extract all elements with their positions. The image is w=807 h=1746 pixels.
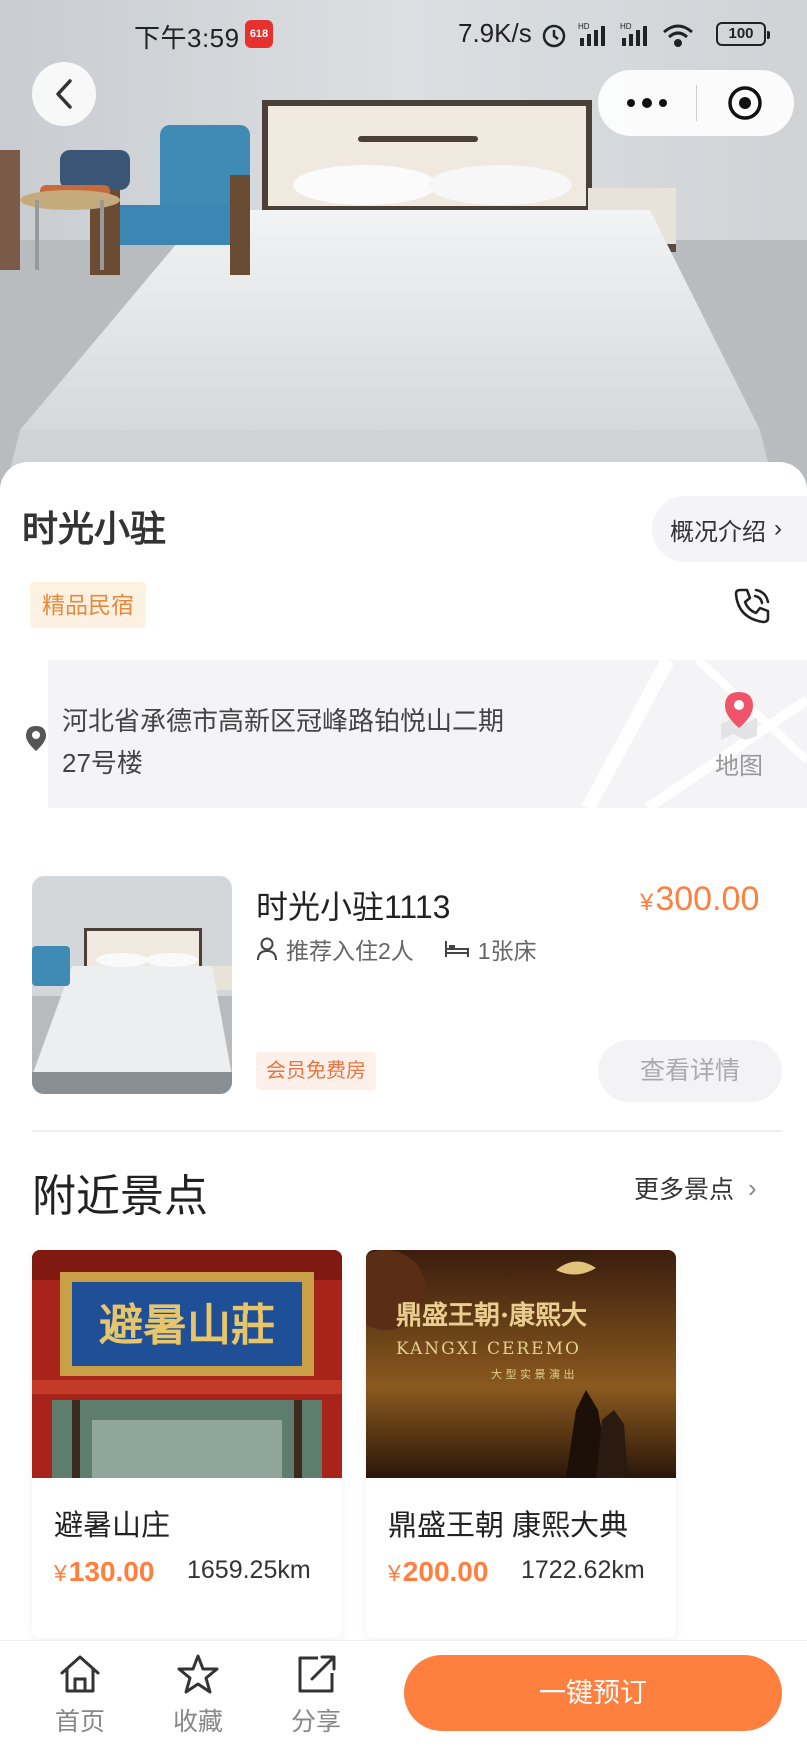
attraction-name: 避暑山庄 — [54, 1510, 171, 1542]
chevron-right-icon: › — [748, 1172, 757, 1203]
person-icon — [257, 937, 277, 961]
back-button[interactable] — [32, 62, 96, 126]
nearby-attractions-title: 附近景点 — [32, 1172, 208, 1221]
close-miniprogram-button[interactable] — [697, 70, 795, 136]
wifi-icon — [663, 24, 693, 47]
one-click-book-button[interactable]: 一键预订 — [404, 1655, 782, 1731]
signal-icon: HD — [578, 22, 605, 46]
star-icon — [177, 1654, 219, 1694]
attraction-price-currency: ¥ — [54, 1560, 67, 1586]
nav-share-label: 分享 — [290, 1708, 341, 1736]
app-618-badge-icon: 618 — [245, 20, 273, 48]
bed-icon — [444, 941, 469, 957]
room-price-currency: ¥ — [640, 889, 654, 916]
phone-icon[interactable] — [730, 584, 774, 628]
poster-tagline: 大 型 实 景 演 出 — [491, 1367, 574, 1381]
attraction-image: 鼎盛王朝·康熙大 KANGXI CEREMO 大 型 实 景 演 出 — [366, 1250, 676, 1478]
attraction-price-value: 200.00 — [402, 1556, 489, 1587]
hotel-address: 河北省承德市高新区冠峰路铂悦山二期 27号楼 — [62, 700, 582, 784]
more-attractions-label: 更多景点 — [634, 1176, 735, 1204]
poster-subtitle: KANGXI CEREMO — [396, 1339, 581, 1359]
room-price-value: 300.00 — [655, 880, 760, 918]
miniprogram-capsule — [598, 70, 794, 136]
status-time: 下午3:59 — [134, 23, 240, 53]
signal-icon-2: HD — [620, 22, 647, 46]
map-button[interactable]: 地图 — [708, 690, 770, 780]
poster-title: 鼎盛王朝·康熙大 — [396, 1300, 587, 1331]
attraction-price-currency: ¥ — [388, 1560, 401, 1586]
attraction-distance: 1722.62km — [521, 1556, 645, 1584]
chevron-right-icon: › — [774, 515, 782, 542]
attraction-image: 避暑山莊 — [32, 1250, 342, 1478]
target-close-icon — [728, 86, 762, 120]
attraction-card[interactable]: 鼎盛王朝·康熙大 KANGXI CEREMO 大 型 实 景 演 出 鼎盛王朝 … — [366, 1250, 676, 1638]
home-icon — [60, 1655, 100, 1693]
location-pin-icon — [26, 726, 46, 751]
address-line-2: 27号楼 — [62, 748, 143, 778]
room-name: 时光小驻1113 — [256, 889, 451, 925]
room-beds: 1张床 — [477, 938, 537, 964]
member-free-room-tag: 会员免费房 — [256, 1052, 376, 1090]
attraction-price-value: 130.00 — [68, 1556, 155, 1587]
hotel-name: 时光小驻 — [22, 508, 167, 549]
attraction-price: ¥200.00 — [388, 1556, 488, 1588]
address-line-1: 河北省承德市高新区冠峰路铂悦山二期 — [62, 706, 505, 736]
more-options-button[interactable] — [598, 70, 696, 136]
more-dots-icon — [626, 98, 667, 108]
overview-button[interactable]: 概况介绍 › — [652, 496, 807, 562]
overview-label: 概况介绍 — [670, 518, 766, 546]
section-divider — [32, 1130, 782, 1132]
bottom-bar: 首页 收藏 分享 一键预订 — [0, 1640, 807, 1746]
room-thumbnail[interactable] — [32, 876, 232, 1094]
alarm-icon — [542, 24, 566, 48]
nav-favorite-label: 收藏 — [172, 1708, 223, 1736]
nav-share[interactable]: 分享 — [276, 1653, 356, 1738]
svg-text:HD: HD — [620, 22, 632, 31]
battery-icon: 100 — [716, 22, 770, 46]
room-occupancy: 推荐入住2人 — [286, 938, 414, 964]
attraction-name: 鼎盛王朝 康熙大典 — [388, 1510, 629, 1542]
map-label: 地图 — [715, 753, 763, 780]
status-bar: 下午3:59 618 7.9K/s HD HD 100 — [0, 0, 807, 70]
chevron-left-icon — [56, 79, 72, 109]
more-attractions-link[interactable]: 更多景点 › — [634, 1170, 757, 1206]
attraction-card[interactable]: 避暑山莊 避暑山庄 ¥130.00 1659.25km — [32, 1250, 342, 1638]
network-speed: 7.9K/s — [458, 18, 532, 48]
map-pin-icon — [721, 692, 757, 740]
attraction-price: ¥130.00 — [54, 1556, 154, 1588]
nav-home[interactable]: 首页 — [40, 1653, 120, 1738]
nav-favorite[interactable]: 收藏 — [158, 1653, 238, 1738]
share-icon — [298, 1655, 336, 1693]
nav-home-label: 首页 — [54, 1708, 105, 1736]
svg-text:HD: HD — [578, 22, 590, 31]
boutique-homestay-tag: 精品民宿 — [30, 582, 146, 628]
view-details-button[interactable]: 查看详情 — [598, 1040, 782, 1102]
attraction-distance: 1659.25km — [187, 1556, 311, 1584]
plaque-text: 避暑山莊 — [99, 1300, 275, 1351]
room-price: ¥300.00 — [640, 880, 759, 919]
room-meta: 推荐入住2人 1张床 — [256, 932, 537, 966]
